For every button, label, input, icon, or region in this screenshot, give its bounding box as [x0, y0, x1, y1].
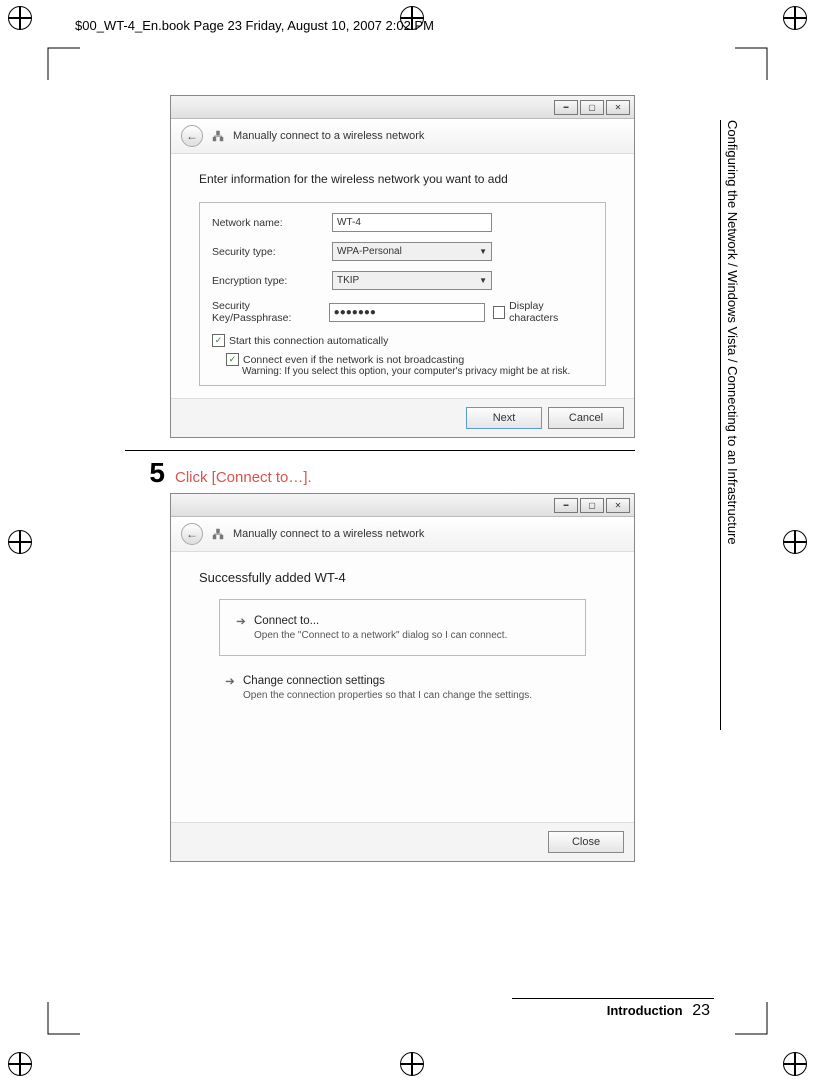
start-auto-label: Start this connection automatically	[229, 335, 388, 347]
crop-mark-icon	[735, 40, 775, 80]
back-icon[interactable]: ←	[181, 523, 203, 545]
window-title: Manually connect to a wireless network	[233, 130, 424, 142]
connect-to-description: Open the "Connect to a network" dialog s…	[254, 630, 573, 641]
registration-mark-icon	[8, 1052, 32, 1076]
privacy-warning: Warning: If you select this option, your…	[242, 366, 593, 377]
close-button[interactable]: ✕	[606, 100, 630, 115]
display-characters-checkbox[interactable]: Display characters	[493, 300, 594, 324]
registration-mark-icon	[8, 530, 32, 554]
step-number: 5	[125, 457, 165, 489]
window-titlebar: ━ ▢ ✕	[171, 494, 634, 517]
maximize-button[interactable]: ▢	[580, 100, 604, 115]
registration-mark-icon	[783, 6, 807, 30]
cancel-button[interactable]: Cancel	[548, 407, 624, 429]
network-icon	[211, 527, 225, 541]
maximize-button[interactable]: ▢	[580, 498, 604, 513]
crop-mark-icon	[40, 40, 80, 80]
side-section-label: Configuring the Network / Windows Vista …	[720, 120, 740, 730]
back-icon[interactable]: ←	[181, 125, 203, 147]
form-panel: Network name: WT-4 Security type: WPA-Pe…	[199, 202, 606, 386]
arrow-right-icon: ➔	[234, 614, 248, 628]
network-name-input[interactable]: WT-4	[332, 213, 492, 232]
checkbox-checked-icon	[212, 334, 225, 347]
chevron-down-icon: ▼	[479, 276, 487, 285]
connect-hidden-checkbox[interactable]: Connect even if the network is not broad…	[226, 353, 593, 366]
passphrase-label: Security Key/Passphrase:	[212, 300, 329, 324]
security-type-label: Security type:	[212, 246, 332, 258]
network-icon	[211, 129, 225, 143]
change-settings-option[interactable]: ➔ Change connection settings Open the co…	[219, 668, 586, 707]
book-header: $00_WT-4_En.book Page 23 Friday, August …	[75, 18, 434, 33]
registration-mark-icon	[8, 6, 32, 30]
success-message: Successfully added WT-4	[199, 570, 606, 585]
step-heading: 5 Click [Connect to…].	[125, 450, 635, 489]
step-text: Click [Connect to…].	[175, 469, 312, 486]
encryption-type-label: Encryption type:	[212, 275, 332, 287]
window-titlebar: ━ ▢ ✕	[171, 96, 634, 119]
next-button[interactable]: Next	[466, 407, 542, 429]
start-auto-checkbox[interactable]: Start this connection automatically	[212, 334, 593, 347]
registration-mark-icon	[783, 1052, 807, 1076]
minimize-button[interactable]: ━	[554, 498, 578, 513]
crop-mark-icon	[735, 1002, 775, 1042]
encryption-type-select[interactable]: TKIP▼	[332, 271, 492, 290]
checkbox-icon	[493, 306, 506, 319]
checkbox-checked-icon	[226, 353, 239, 366]
change-settings-title: Change connection settings	[243, 675, 385, 687]
display-characters-label: Display characters	[509, 300, 593, 324]
close-button[interactable]: ✕	[606, 498, 630, 513]
passphrase-input[interactable]: ●●●●●●●	[329, 303, 485, 322]
network-name-label: Network name:	[212, 217, 332, 229]
crop-mark-icon	[40, 1002, 80, 1042]
dialog-manually-connect-1: ━ ▢ ✕ ← Manually connect to a wireless n…	[170, 95, 635, 438]
minimize-button[interactable]: ━	[554, 100, 578, 115]
connect-hidden-label: Connect even if the network is not broad…	[243, 354, 464, 366]
registration-mark-icon	[783, 530, 807, 554]
chevron-down-icon: ▼	[479, 247, 487, 256]
close-dialog-button[interactable]: Close	[548, 831, 624, 853]
arrow-right-icon: ➔	[223, 674, 237, 688]
connect-to-title: Connect to...	[254, 615, 319, 627]
connect-to-option[interactable]: ➔ Connect to... Open the "Connect to a n…	[219, 599, 586, 656]
security-type-select[interactable]: WPA-Personal▼	[332, 242, 492, 261]
dialog-prompt: Enter information for the wireless netwo…	[199, 172, 606, 186]
footer-section: Introduction	[607, 1003, 689, 1018]
page-footer: Introduction 23	[607, 1002, 710, 1020]
registration-mark-icon	[400, 1052, 424, 1076]
window-title: Manually connect to a wireless network	[233, 528, 424, 540]
page-number: 23	[692, 1002, 710, 1019]
change-settings-description: Open the connection properties so that I…	[243, 690, 584, 701]
dialog-manually-connect-2: ━ ▢ ✕ ← Manually connect to a wireless n…	[170, 493, 635, 862]
